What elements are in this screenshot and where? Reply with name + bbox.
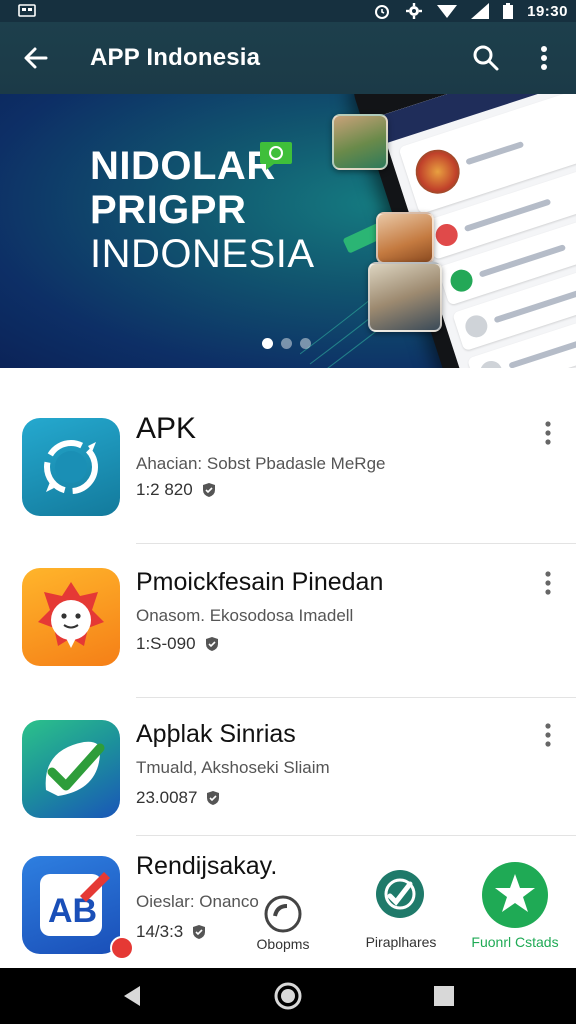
banner-photo <box>332 114 388 170</box>
mascot-icon <box>22 568 120 666</box>
app-description: Ahacian: Sobst Pbadasle MeRge <box>136 454 386 473</box>
verified-shield-icon <box>205 637 218 651</box>
more-vert-icon <box>541 46 547 70</box>
count-text: 23.0087 <box>136 788 198 807</box>
app-description: Onasom. Ekosodosa Imadell <box>136 606 354 625</box>
action-label: Piraplhares <box>365 934 437 950</box>
bottom-actions: Obopms Piraplhares Fuonrl Cstads <box>250 860 576 970</box>
home-circle-icon <box>274 982 302 1010</box>
notification-icon <box>18 4 36 17</box>
sync-icon <box>22 418 120 516</box>
more-vert-icon <box>545 421 551 445</box>
more-vert-icon <box>545 723 551 747</box>
edit-chat-icon <box>376 870 424 918</box>
action-label: Obopms <box>256 936 310 952</box>
checkmark-leaf-icon <box>22 720 120 818</box>
disc-icon <box>264 895 302 933</box>
wifi-icon <box>437 5 458 18</box>
list-item[interactable]: Apþlak Sinrias Tmuald, Akshoseki Sliaim … <box>0 698 576 836</box>
signal-icon <box>471 3 490 19</box>
list-item[interactable]: APK Ahacian: Sobst Pbadasle MeRge 1:2 82… <box>0 368 576 544</box>
carousel-dot[interactable] <box>300 338 311 349</box>
banner-photo <box>376 212 434 264</box>
page-title: APP Indonesia <box>90 44 261 71</box>
system-nav-bar <box>0 968 576 1024</box>
app-name: Pmoickfesain Pinedan <box>136 568 384 596</box>
verified-shield-icon <box>202 483 215 497</box>
app-download-count: 1:S-090 <box>136 634 220 654</box>
status-icons: 19:30 <box>373 0 568 22</box>
search-icon <box>473 45 499 71</box>
promo-banner[interactable]: NIDOLAR PRIGPR INDONESIA <box>0 94 576 368</box>
item-menu-button[interactable] <box>536 568 560 598</box>
search-button[interactable] <box>466 38 506 78</box>
nav-back-button[interactable] <box>114 978 150 1014</box>
verified-shield-icon <box>193 925 206 939</box>
app-description: Oieslar: Onanco <box>136 892 259 911</box>
settings-gear-icon <box>406 3 423 19</box>
overflow-menu-button[interactable] <box>524 38 564 78</box>
more-vert-icon <box>545 571 551 595</box>
count-text: 1:2 820 <box>136 480 193 499</box>
count-text: 14/3:3 <box>136 922 184 941</box>
app-download-count: 1:2 820 <box>136 480 217 500</box>
notification-badge <box>110 936 134 960</box>
app-name: APK <box>136 412 197 445</box>
carousel-dot[interactable] <box>262 338 273 349</box>
square-recents-icon <box>434 986 454 1006</box>
banner-photo <box>368 262 442 332</box>
count-text: 1:S-090 <box>136 634 196 653</box>
banner-line-2: PRIGPR <box>90 188 247 232</box>
item-menu-button[interactable] <box>536 418 560 448</box>
app-name: Apþlak Sinrias <box>136 720 296 748</box>
app-download-count: 23.0087 <box>136 788 221 808</box>
ab-edit-icon: AB <box>22 856 134 960</box>
nav-home-button[interactable] <box>270 978 306 1014</box>
status-bar: 19:30 <box>0 0 576 22</box>
status-time: 19:30 <box>527 2 568 20</box>
back-arrow-icon <box>24 47 48 69</box>
banner-line-3: INDONESIA <box>90 232 315 276</box>
list-item[interactable]: Pmoickfesain Pinedan Onasom. Ekosodosa I… <box>0 544 576 698</box>
action-label: Fuonrl Cstads <box>471 934 559 950</box>
app-description: Tmuald, Akshoseki Sliaim <box>136 758 330 777</box>
battery-icon <box>503 3 514 19</box>
triangle-back-icon <box>124 986 140 1006</box>
alarm-icon <box>375 5 390 19</box>
chat-bubble-icon <box>260 142 292 170</box>
carousel-indicator <box>262 338 311 349</box>
back-button[interactable] <box>16 38 56 78</box>
verified-shield-icon <box>207 791 220 805</box>
app-bar: APP Indonesia <box>0 22 576 94</box>
carousel-dot[interactable] <box>281 338 292 349</box>
item-menu-button[interactable] <box>536 720 560 750</box>
nav-recents-button[interactable] <box>426 978 462 1014</box>
star-badge-icon <box>482 862 548 928</box>
app-download-count: 14/3:3 <box>136 922 207 942</box>
